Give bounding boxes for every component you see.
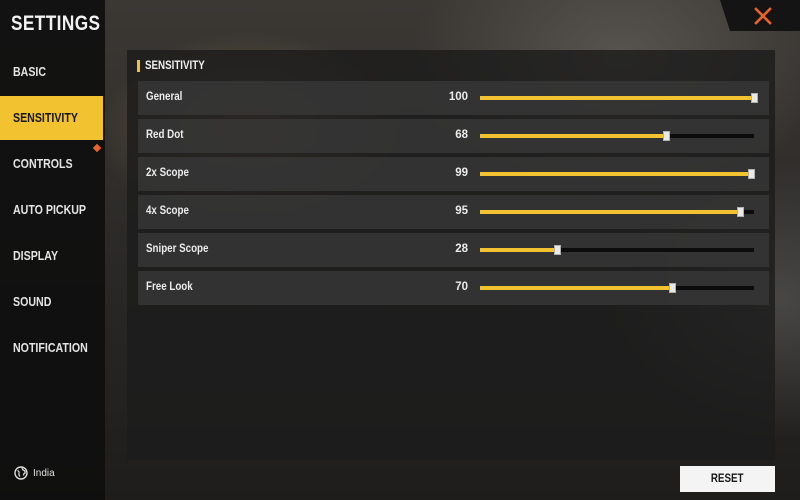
slider-fill bbox=[480, 286, 672, 290]
slider-value: 70 bbox=[455, 281, 468, 293]
sensitivity-panel: SENSITIVITY General 100 Red Dot 68 2x Sc… bbox=[127, 50, 775, 460]
globe-icon bbox=[14, 466, 28, 480]
nav-item-notification[interactable]: NOTIFICATION bbox=[0, 326, 103, 370]
slider-fill bbox=[480, 210, 741, 214]
nav-item-label: NOTIFICATION bbox=[13, 341, 88, 355]
close-icon bbox=[754, 6, 772, 25]
nav-item-label: DISPLAY bbox=[13, 249, 59, 263]
slider-thumb[interactable] bbox=[748, 169, 756, 179]
slider-value: 99 bbox=[455, 167, 468, 179]
slider-thumb[interactable] bbox=[737, 207, 745, 217]
nav-item-sensitivity[interactable]: SENSITIVITY bbox=[0, 96, 103, 140]
slider-fill bbox=[480, 96, 754, 100]
section-title: SENSITIVITY bbox=[145, 60, 205, 72]
nav-item-controls[interactable]: CONTROLS bbox=[0, 142, 103, 186]
section-marker bbox=[137, 60, 140, 72]
slider-fill bbox=[480, 172, 752, 176]
slider-value: 68 bbox=[455, 129, 468, 141]
slider-track[interactable] bbox=[480, 207, 754, 217]
nav-item-basic[interactable]: BASIC bbox=[0, 50, 103, 94]
slider-label: Red Dot bbox=[146, 129, 184, 141]
slider-track[interactable] bbox=[480, 245, 754, 255]
slider-thumb[interactable] bbox=[663, 131, 671, 141]
slider-value: 95 bbox=[455, 205, 468, 217]
slider-row-free-look: Free Look 70 bbox=[138, 271, 769, 305]
slider-value: 100 bbox=[448, 91, 468, 103]
nav-item-auto-pickup[interactable]: AUTO PICKUP bbox=[0, 188, 103, 232]
region-selector[interactable]: India bbox=[14, 466, 55, 480]
nav-item-label: SENSITIVITY bbox=[13, 111, 78, 125]
slider-row-general: General 100 bbox=[138, 81, 769, 115]
slider-fill bbox=[480, 134, 667, 138]
slider-value: 28 bbox=[455, 243, 468, 255]
slider-fill bbox=[480, 248, 557, 252]
nav-item-label: AUTO PICKUP bbox=[13, 203, 87, 217]
slider-thumb[interactable] bbox=[553, 245, 561, 255]
settings-title: SETTINGS bbox=[11, 12, 101, 35]
slider-row-red-dot: Red Dot 68 bbox=[138, 119, 769, 153]
sidebar: SETTINGS BASIC SENSITIVITY CONTROLS AUTO… bbox=[0, 0, 105, 500]
close-button[interactable] bbox=[720, 0, 800, 31]
section-header: SENSITIVITY bbox=[137, 60, 215, 72]
slider-track[interactable] bbox=[480, 283, 754, 293]
slider-label: 2x Scope bbox=[146, 167, 189, 179]
slider-track[interactable] bbox=[480, 131, 754, 141]
nav-item-sound[interactable]: SOUND bbox=[0, 280, 103, 324]
region-label: India bbox=[33, 467, 55, 479]
slider-label: Sniper Scope bbox=[146, 243, 209, 255]
slider-label: General bbox=[146, 91, 183, 103]
slider-thumb[interactable] bbox=[668, 283, 676, 293]
nav-item-display[interactable]: DISPLAY bbox=[0, 234, 103, 278]
slider-row-2x-scope: 2x Scope 99 bbox=[138, 157, 769, 191]
reset-label: RESET bbox=[711, 473, 744, 485]
slider-track[interactable] bbox=[480, 93, 758, 103]
nav-item-label: SOUND bbox=[13, 295, 52, 309]
nav-item-label: CONTROLS bbox=[13, 157, 73, 171]
slider-track[interactable] bbox=[480, 169, 756, 179]
slider-thumb[interactable] bbox=[751, 93, 758, 103]
slider-row-4x-scope: 4x Scope 95 bbox=[138, 195, 769, 229]
slider-label: Free Look bbox=[146, 281, 193, 293]
nav-item-label: BASIC bbox=[13, 65, 47, 79]
slider-label: 4x Scope bbox=[146, 205, 189, 217]
reset-button[interactable]: RESET bbox=[680, 466, 775, 492]
slider-row-sniper-scope: Sniper Scope 28 bbox=[138, 233, 769, 267]
